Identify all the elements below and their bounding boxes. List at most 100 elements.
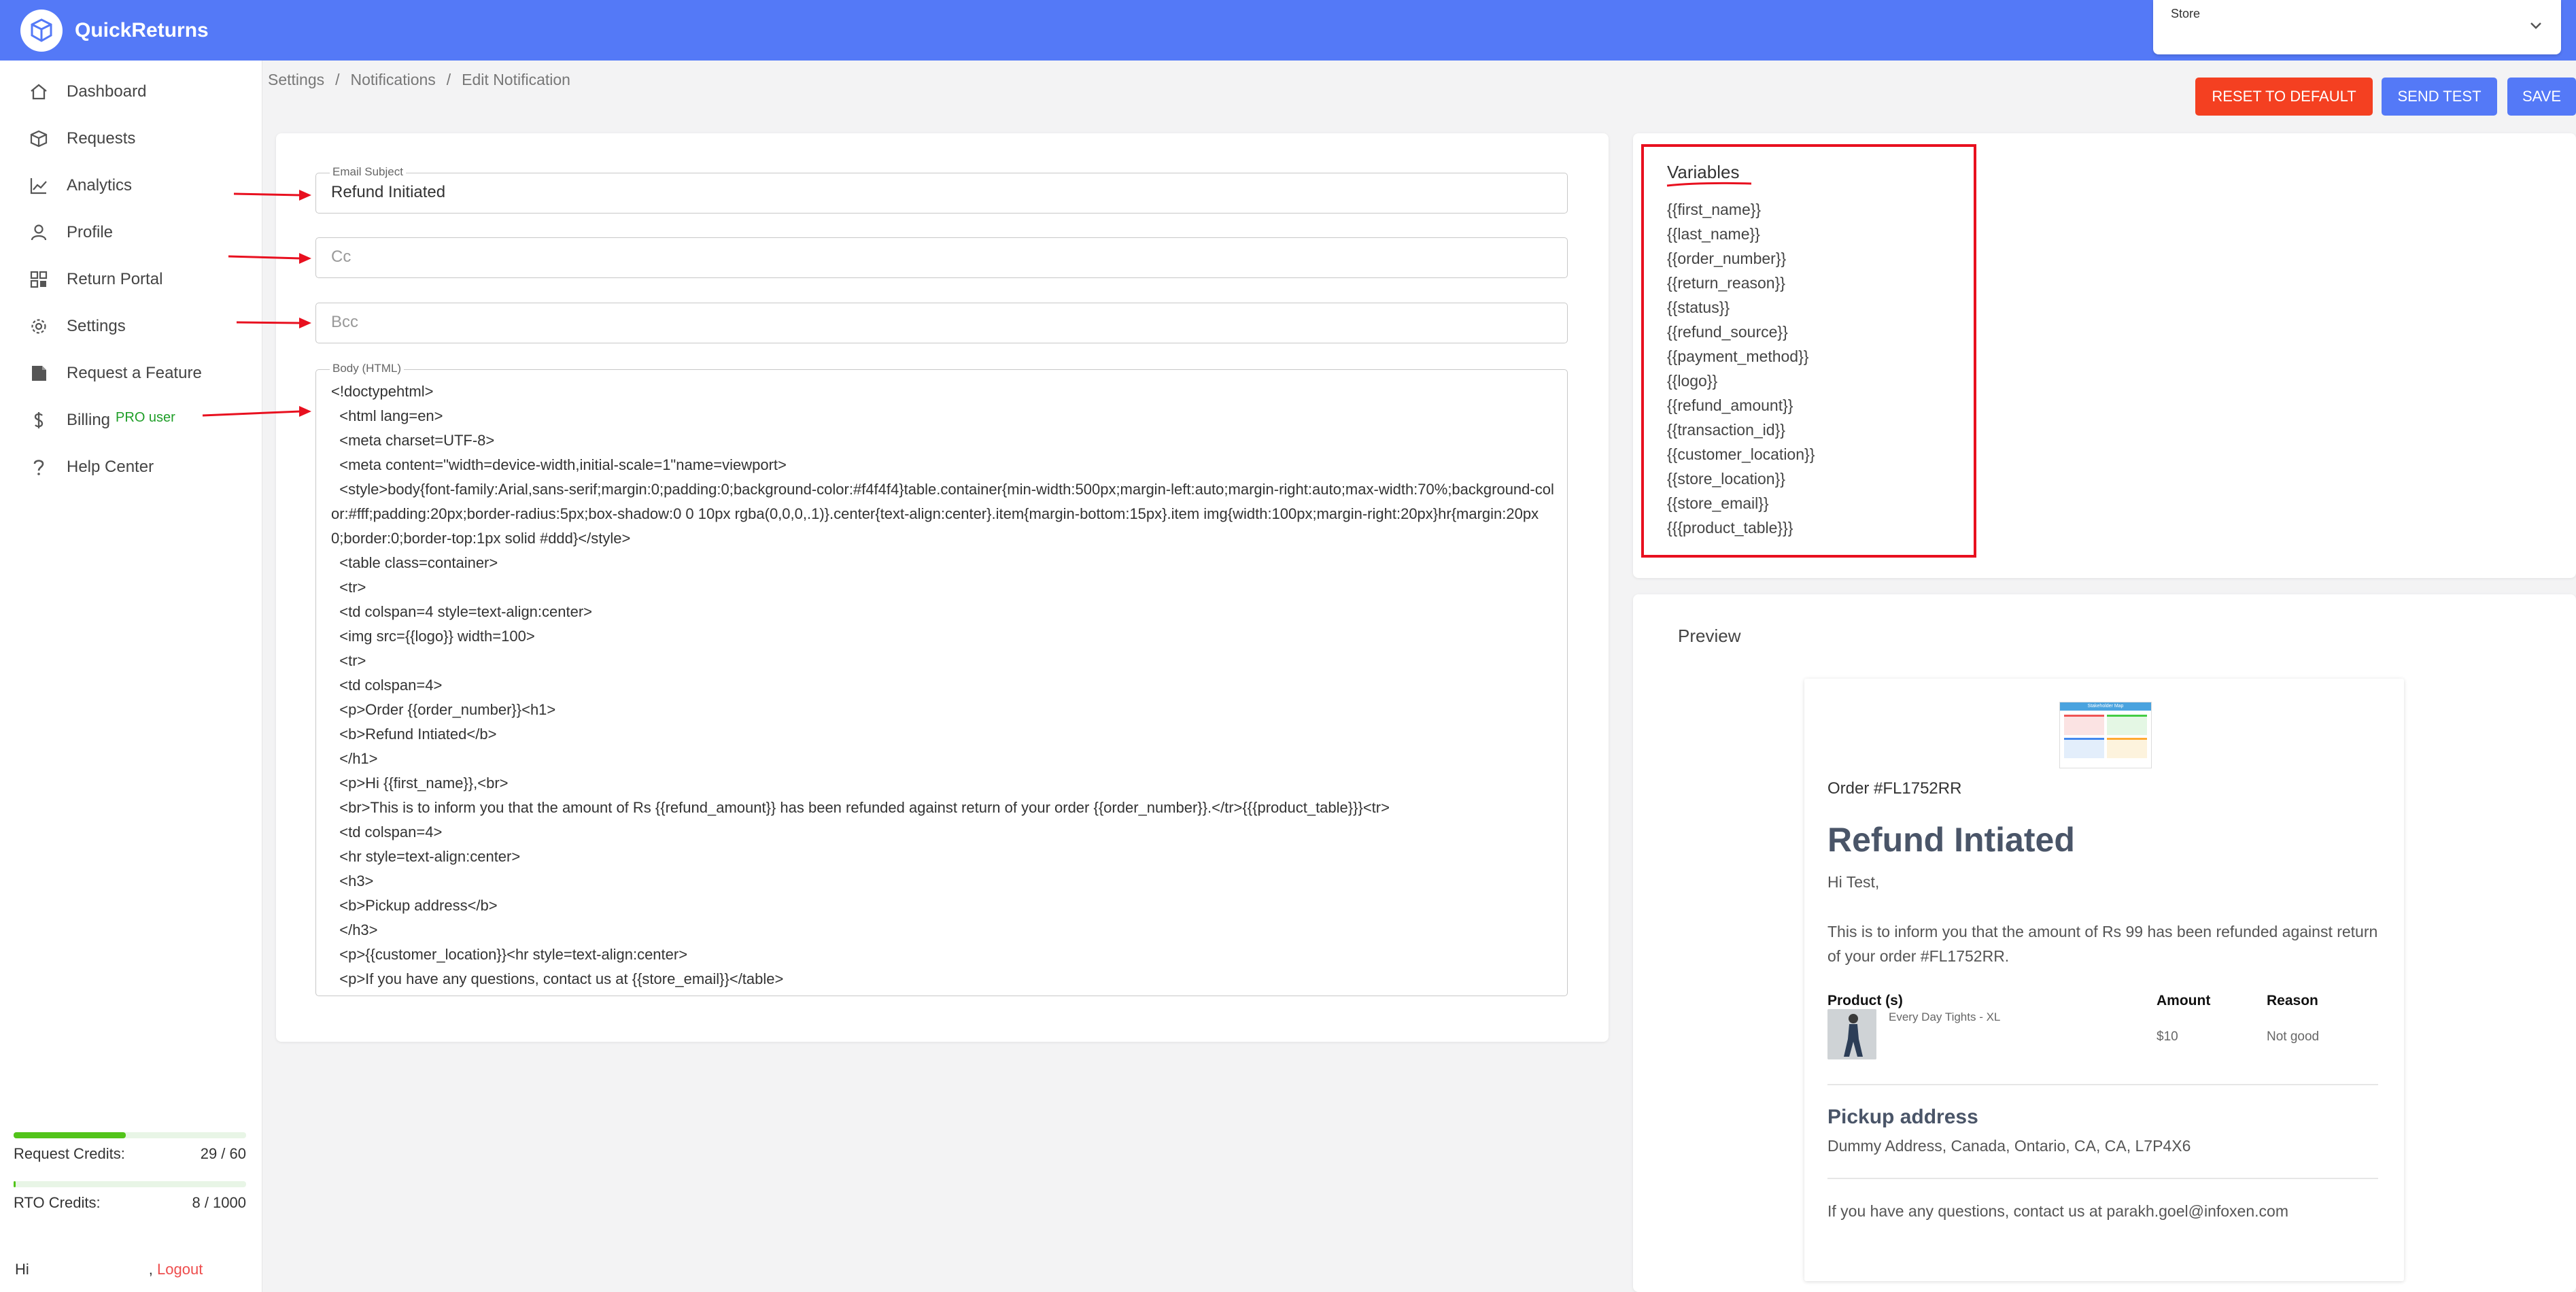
sidebar-item-label: Dashboard [67,82,147,101]
breadcrumb-settings[interactable]: Settings [268,71,324,89]
email-subject-field[interactable]: Email Subject Refund Initiated [315,165,1568,214]
variable-item[interactable]: {{logo}} [1667,369,1815,393]
sidebar-item-request-feature[interactable]: Request a Feature [29,360,202,387]
bcc-field[interactable]: Bcc [315,303,1568,343]
body-html-textarea[interactable]: <!doctypehtml> <html lang=en> <meta char… [331,379,1555,991]
code-line: <tr> [331,579,366,596]
top-bar: QuickReturns Store [0,0,2576,61]
variable-item[interactable]: {{store_location}} [1667,466,1815,491]
greeting-text: Hi [15,1261,29,1278]
email-order-number: Order #FL1752RR [1827,779,1962,798]
box-icon [30,130,48,148]
breadcrumb-current: Edit Notification [462,71,570,88]
brand[interactable]: QuickReturns [20,7,209,54]
variable-item[interactable]: {{order_number}} [1667,246,1815,271]
breadcrumb-separator: / [335,71,340,88]
annotation-arrow [236,318,311,328]
variables-card: Variables {{first_name}} {{last_name}} {… [1633,133,2576,578]
variable-item[interactable]: {{store_email}} [1667,491,1815,515]
variable-item[interactable]: {{refund_amount}} [1667,393,1815,418]
variable-item[interactable]: {{status}} [1667,295,1815,320]
variable-item[interactable]: {{return_reason}} [1667,271,1815,295]
sidebar-item-analytics[interactable]: Analytics [29,172,132,199]
variable-item[interactable]: {{refund_source}} [1667,320,1815,344]
code-line: <!doctypehtml> [331,383,434,400]
user-icon [31,224,47,241]
code-line: <td colspan=4 style=text-align:center> [331,603,593,620]
variable-item[interactable]: {{customer_location}} [1667,442,1815,466]
body-html-label: Body (HTML) [330,362,405,375]
pro-user-badge: PRO user [116,409,175,425]
logo-title: Stakeholder Map [2060,702,2151,711]
code-line: <b>Pickup address</b> [331,897,498,914]
code-line: <table class=container> [331,554,498,571]
sidebar-item-help-center[interactable]: Help Center [29,454,154,481]
table-header-amount: Amount [2157,993,2211,1008]
email-greeting: Hi Test, [1827,873,1880,891]
bcc-input[interactable]: Bcc [331,313,358,332]
sidebar: Dashboard Requests Analytics Profile Ret… [0,61,262,1292]
cc-input[interactable]: Cc [331,248,351,267]
sidebar-item-label: Return Portal [67,270,163,288]
send-test-button[interactable]: SEND TEST [2382,78,2497,116]
rto-credits-bar [14,1181,246,1187]
body-html-field[interactable]: Body (HTML) <!doctypehtml> <html lang=en… [315,362,1568,996]
home-icon [31,84,47,100]
annotation-arrow [228,253,311,264]
cc-field[interactable]: Cc [315,237,1568,278]
variable-item[interactable]: {{{product_table}}} [1667,515,1815,540]
email-heading: Refund Intiated [1827,821,2075,859]
product-reason: Not good [2267,1030,2320,1044]
email-body-text: This is to inform you that the amount of… [1827,923,2378,965]
code-line: <style>body{font-family:Arial,sans-serif… [331,481,1554,547]
brand-logo-icon [20,10,63,52]
brand-name: QuickReturns [75,19,209,41]
store-select[interactable]: Store [2153,0,2561,54]
code-line: <p>Hi {{first_name}},<br> [331,775,509,792]
rto-credits-label: RTO Credits: [14,1194,101,1211]
sidebar-item-return-portal[interactable]: Return Portal [29,266,162,293]
sidebar-item-profile[interactable]: Profile [29,219,113,246]
variable-item[interactable]: {{payment_method}} [1667,344,1815,369]
request-credits-value: 29 / 60 [200,1145,246,1162]
sidebar-item-label: Analytics [67,176,133,194]
rto-credits-fill [14,1181,16,1187]
code-line: <meta charset=UTF-8> [331,432,495,449]
note-icon [32,366,46,381]
variable-item[interactable]: {{transaction_id}} [1667,418,1815,442]
store-select-label: Store [2171,7,2201,20]
logout-link[interactable]: Logout [157,1261,203,1278]
code-line: <td colspan=4> [331,823,443,840]
pickup-address-title: Pickup address [1827,1106,1978,1128]
preview-card: Preview Stakeholder Map Order #FL1752RR … [1633,594,2576,1292]
code-line: <b>Refund Intiated</b> [331,726,497,743]
save-button[interactable]: SAVE [2507,78,2576,116]
sidebar-item-dashboard[interactable]: Dashboard [29,78,146,105]
question-icon [33,460,44,475]
email-subject-input[interactable]: Refund Initiated [331,183,445,202]
code-line: <tr> [331,652,366,669]
code-line: <p>If you have any questions, contact us… [331,970,784,987]
product-amount: $10 [2157,1030,2178,1044]
code-line: </h1> [331,750,378,767]
divider [1827,1178,2378,1179]
variables-list: {{first_name}} {{last_name}} {{order_num… [1667,197,1815,540]
user-greeting: Hi, Logout [15,1261,203,1278]
sidebar-item-label: Help Center [67,458,154,476]
reset-to-default-button[interactable]: RESET TO DEFAULT [2195,78,2373,116]
code-line: </h3> [331,921,378,938]
variable-item[interactable]: {{first_name}} [1667,197,1815,222]
sidebar-item-label: Request a Feature [67,364,202,382]
sidebar-item-settings[interactable]: Settings [29,313,126,340]
variable-item[interactable]: {{last_name}} [1667,222,1815,246]
request-credits-fill [14,1132,126,1138]
email-footer: If you have any questions, contact us at… [1827,1202,2288,1220]
annotation-arrow [202,406,311,417]
sidebar-item-billing[interactable]: Billing PRO user [29,407,175,434]
sidebar-item-requests[interactable]: Requests [29,125,135,152]
sidebar-item-label: Billing [67,411,111,429]
variables-title: Variables [1667,162,1740,182]
breadcrumb-notifications[interactable]: Notifications [351,71,436,89]
request-credits-bar [14,1132,246,1138]
grid-icon [30,271,48,288]
